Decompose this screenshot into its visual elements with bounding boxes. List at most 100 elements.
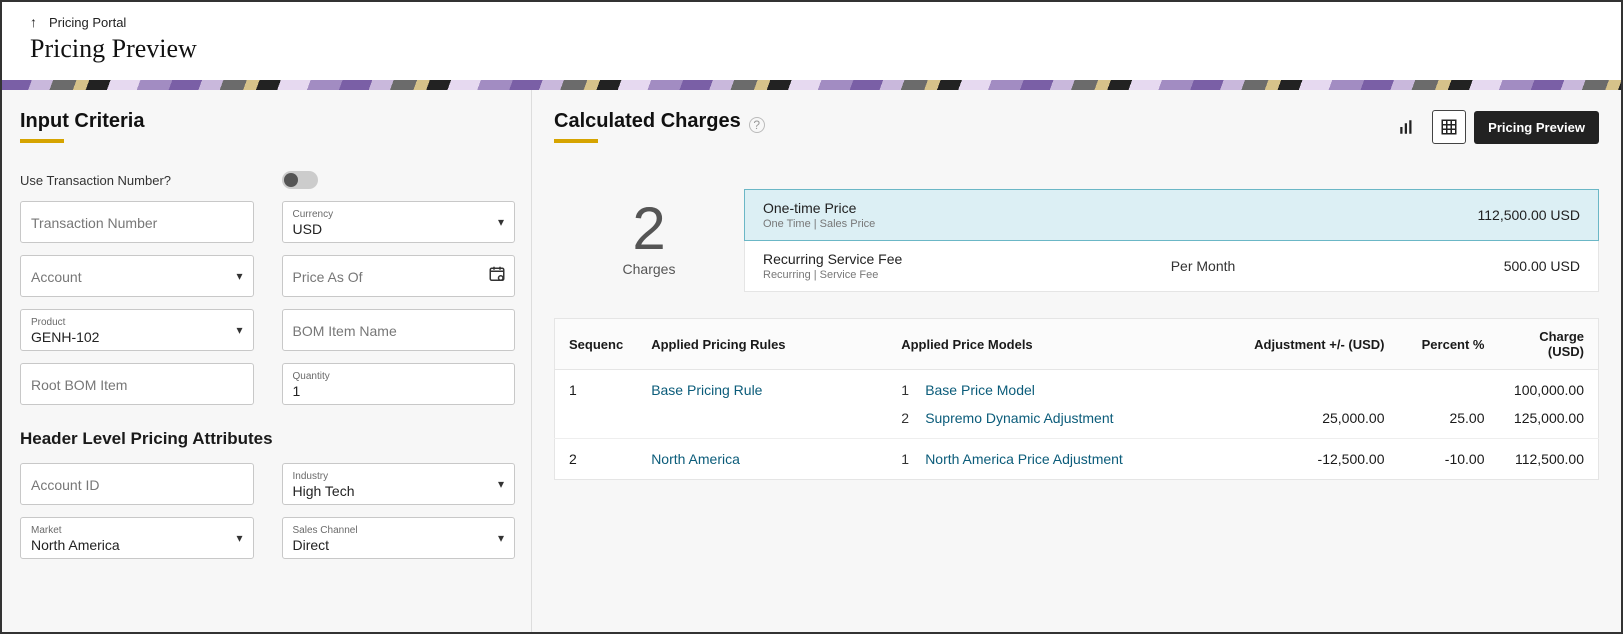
cell-percent: -10.00 xyxy=(1399,439,1499,480)
count-label: Charges xyxy=(554,261,744,277)
charges-list: One-time Price One Time | Sales Price 112,… xyxy=(744,189,1599,292)
transaction-number-input[interactable]: Transaction Number xyxy=(20,201,254,243)
product-select[interactable]: Product GENH-102 ▾ xyxy=(20,309,254,351)
cell-percent: 25.00 xyxy=(1399,370,1499,439)
industry-select[interactable]: Industry High Tech ▾ xyxy=(282,463,516,505)
page-header: ↑ Pricing Portal Pricing Preview xyxy=(2,2,1621,80)
count-number: 2 xyxy=(554,199,744,259)
placeholder-text: Account xyxy=(31,269,243,285)
field-label: Market xyxy=(31,525,243,536)
charge-row[interactable]: One-time Price One Time | Sales Price 112,… xyxy=(744,189,1599,241)
field-value: Direct xyxy=(293,537,505,553)
cell-adjustment: -12,500.00 xyxy=(1229,439,1399,480)
account-select[interactable]: Account ▾ xyxy=(20,255,254,297)
charge-name: One-time Price xyxy=(763,200,875,216)
calculated-charges-panel: Calculated Charges ? Pricing Preview xyxy=(532,90,1621,632)
field-value: North America xyxy=(31,537,243,553)
table-view-button[interactable] xyxy=(1432,110,1466,144)
placeholder-text: Transaction Number xyxy=(31,215,243,231)
model-link[interactable]: Supremo Dynamic Adjustment xyxy=(925,410,1113,426)
criteria-form: Use Transaction Number? Transaction Numb… xyxy=(20,171,515,405)
model-index: 1 xyxy=(901,382,911,398)
content-area: Input Criteria Use Transaction Number? T… xyxy=(2,90,1621,632)
placeholder-text: Root BOM Item xyxy=(31,377,243,393)
use-transaction-toggle[interactable] xyxy=(282,171,318,189)
cell-rule: Base Pricing Rule xyxy=(637,370,887,439)
currency-select[interactable]: Currency USD ▾ xyxy=(282,201,516,243)
placeholder-text: BOM Item Name xyxy=(293,323,505,339)
chevron-down-icon: ▾ xyxy=(498,531,504,545)
rule-link[interactable]: North America xyxy=(651,451,740,467)
cell-models: 1North America Price Adjustment xyxy=(887,439,1228,480)
field-value: High Tech xyxy=(293,483,505,499)
right-header: Calculated Charges ? Pricing Preview xyxy=(554,110,1599,171)
field-label: Sales Channel xyxy=(293,525,505,536)
col-rules: Applied Pricing Rules xyxy=(637,319,887,370)
col-charge: Charge (USD) xyxy=(1499,319,1599,370)
input-criteria-title: Input Criteria xyxy=(20,110,515,133)
root-bom-item-input[interactable]: Root BOM Item xyxy=(20,363,254,405)
placeholder-text: Account ID xyxy=(31,477,243,493)
title-underline xyxy=(20,139,64,143)
charges-count: 2 Charges xyxy=(554,189,744,292)
account-id-input[interactable]: Account ID xyxy=(20,463,254,505)
charge-frequency: Per Month xyxy=(1171,258,1236,274)
chevron-down-icon: ▾ xyxy=(236,531,242,545)
field-label: Product xyxy=(31,317,243,328)
arrow-up-icon: ↑ xyxy=(30,14,37,30)
chevron-down-icon: ▾ xyxy=(498,477,504,491)
table-row: 2 North America 1North America Price Adjus… xyxy=(555,439,1599,480)
cell-adjustment: 25,000.00 xyxy=(1229,370,1399,439)
view-toolbar: Pricing Preview xyxy=(1390,110,1599,144)
help-icon[interactable]: ? xyxy=(749,117,765,133)
chevron-down-icon: ▾ xyxy=(236,269,242,283)
col-models: Applied Price Models xyxy=(887,319,1228,370)
title-underline xyxy=(554,139,598,143)
calendar-icon xyxy=(488,265,506,288)
nav-up[interactable]: ↑ Pricing Portal xyxy=(30,14,1593,30)
chart-view-button[interactable] xyxy=(1390,110,1424,144)
bom-item-name-input[interactable]: BOM Item Name xyxy=(282,309,516,351)
field-value: 1 xyxy=(293,383,505,399)
input-criteria-panel: Input Criteria Use Transaction Number? T… xyxy=(2,90,532,632)
cell-charge: 112,500.00 xyxy=(1499,439,1599,480)
sales-channel-select[interactable]: Sales Channel Direct ▾ xyxy=(282,517,516,559)
quantity-input[interactable]: Quantity 1 xyxy=(282,363,516,405)
charge-info: One-time Price One Time | Sales Price xyxy=(763,200,875,230)
field-label: Industry xyxy=(293,471,505,482)
field-value: USD xyxy=(293,221,505,237)
col-adjustment: Adjustment +/- (USD) xyxy=(1229,319,1399,370)
model-link[interactable]: Base Price Model xyxy=(925,382,1035,398)
pricing-preview-button[interactable]: Pricing Preview xyxy=(1474,111,1599,144)
col-sequence: Sequenc xyxy=(555,319,638,370)
use-transaction-label: Use Transaction Number? xyxy=(20,171,254,189)
placeholder-text: Price As Of xyxy=(293,269,505,285)
nav-up-label: Pricing Portal xyxy=(49,15,126,30)
col-percent: Percent % xyxy=(1399,319,1499,370)
model-link[interactable]: North America Price Adjustment xyxy=(925,451,1123,467)
calculated-charges-title: Calculated Charges xyxy=(554,110,741,133)
header-level-attributes-title: Header Level Pricing Attributes xyxy=(20,429,515,449)
cell-sequence: 2 xyxy=(555,439,638,480)
pricing-rules-table: Sequenc Applied Pricing Rules Applied Pr… xyxy=(554,318,1599,480)
page-title: Pricing Preview xyxy=(30,34,1593,64)
charge-amount: 112,500.00 USD xyxy=(1478,207,1580,223)
cell-rule: North America xyxy=(637,439,887,480)
field-value: GENH-102 xyxy=(31,329,243,345)
market-select[interactable]: Market North America ▾ xyxy=(20,517,254,559)
decorative-band xyxy=(2,80,1621,90)
cell-charge: 100,000.00125,000.00 xyxy=(1499,370,1599,439)
header-attributes-form: Account ID Industry High Tech ▾ Market N… xyxy=(20,463,515,559)
charges-summary: 2 Charges One-time Price One Time | Sales… xyxy=(554,189,1599,292)
model-index: 2 xyxy=(901,410,911,426)
cell-models: 1 Base Price Model 2 Supremo Dynamic Adjust… xyxy=(887,370,1228,439)
charge-subtype: One Time | Sales Price xyxy=(763,218,875,230)
charge-row[interactable]: Recurring Service FeeRecurring | Service… xyxy=(744,241,1599,292)
chevron-down-icon: ▾ xyxy=(236,323,242,337)
field-label: Currency xyxy=(293,209,505,220)
price-as-of-input[interactable]: Price As Of xyxy=(282,255,516,297)
rule-link[interactable]: Base Pricing Rule xyxy=(651,382,762,398)
charge-info: Recurring Service FeeRecurring | Service… xyxy=(763,251,902,281)
field-label: Quantity xyxy=(293,371,505,382)
charge-amount: 500.00 USD xyxy=(1504,258,1580,274)
